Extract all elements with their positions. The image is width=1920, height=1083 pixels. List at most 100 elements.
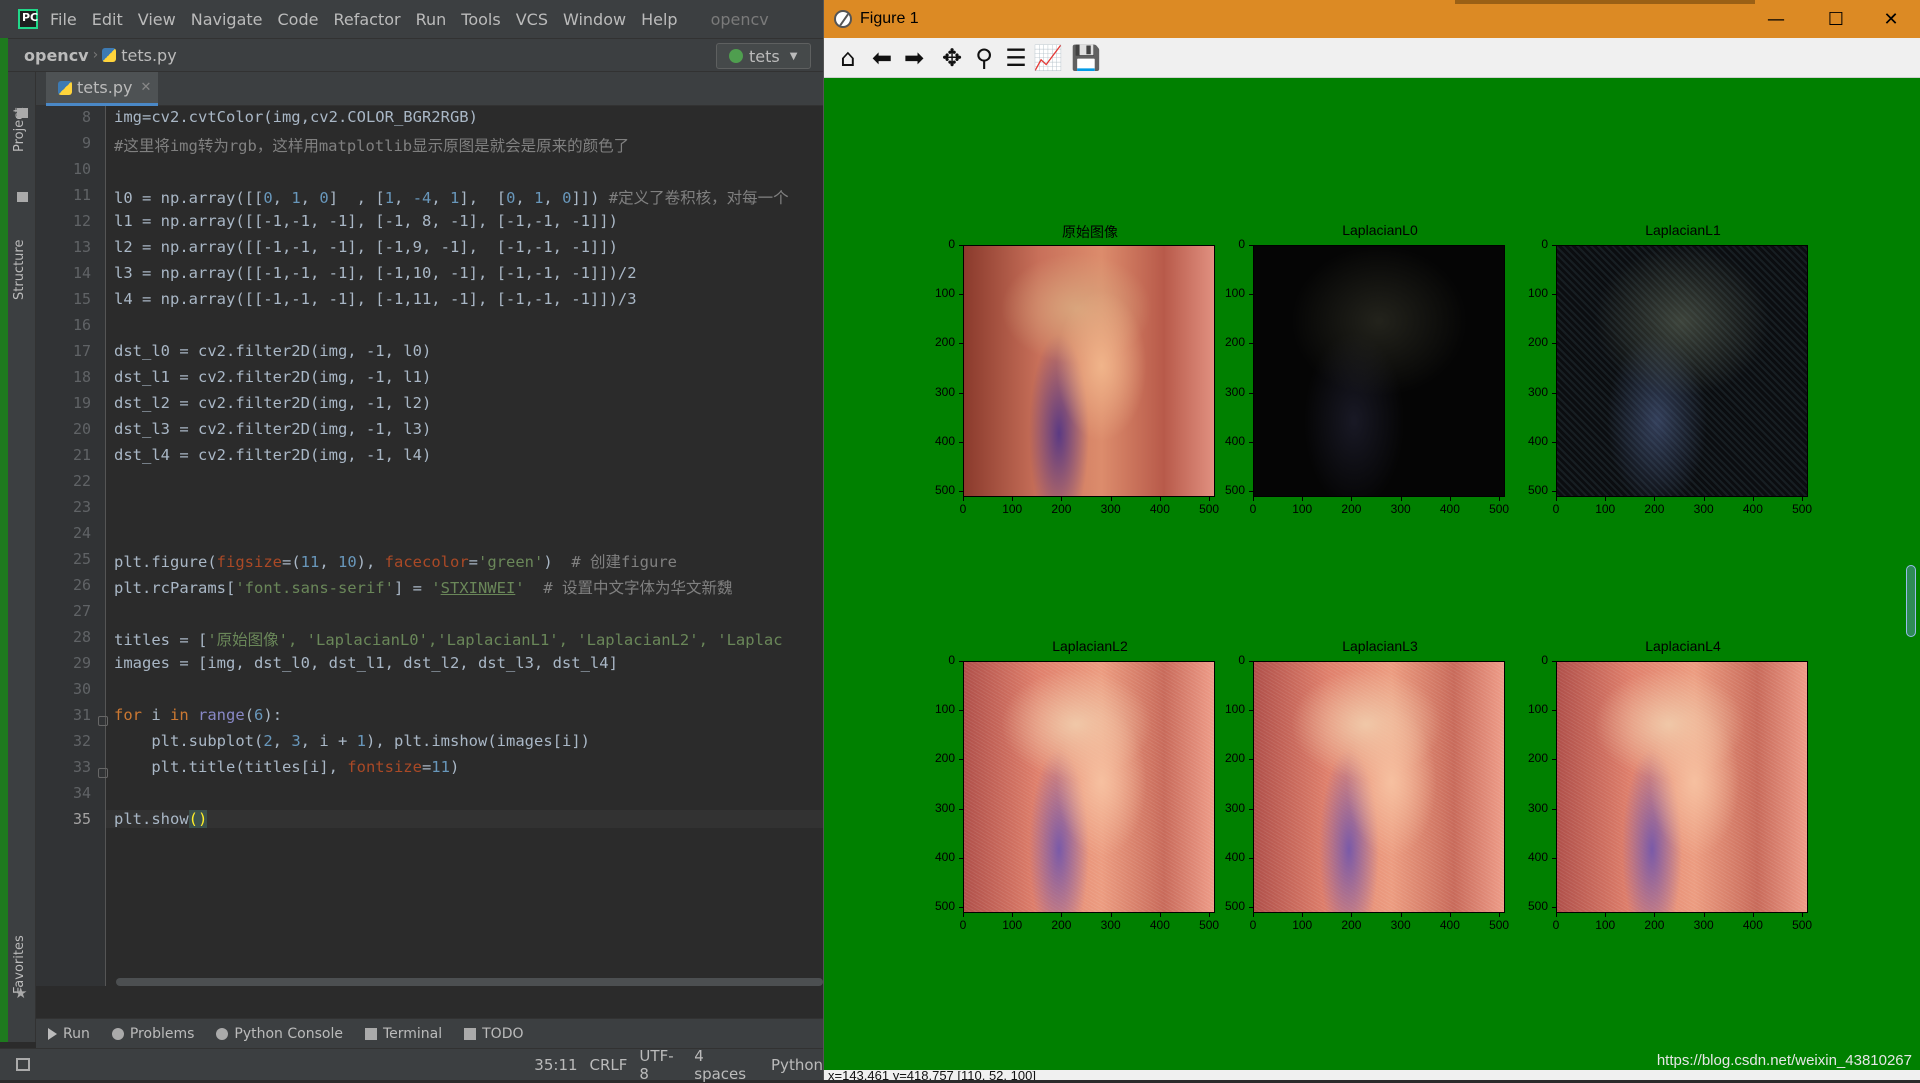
run-tool-button[interactable]: Run: [48, 1026, 90, 1042]
x-tick-mark: [1110, 913, 1112, 917]
maximize-button[interactable]: ☐: [1806, 0, 1866, 38]
subplot-image-laplacian-l1[interactable]: [1556, 245, 1808, 497]
caret-position[interactable]: 35:11: [534, 1056, 577, 1074]
breadcrumb-project[interactable]: opencv: [24, 46, 89, 65]
line-separator[interactable]: CRLF: [590, 1056, 628, 1074]
x-tick-label: 100: [1595, 502, 1616, 516]
menu-navigate[interactable]: Navigate: [191, 10, 263, 29]
subplot-title: LaplacianL2: [1052, 638, 1128, 654]
y-tick-mark: [1249, 907, 1253, 909]
tool-tab-favorites[interactable]: Favorites: [12, 904, 32, 994]
menu-tools[interactable]: Tools: [461, 10, 500, 29]
editor-tab-bar: tets.py ✕: [36, 72, 823, 106]
x-tick-mark: [1159, 497, 1161, 501]
x-tick-mark: [1556, 913, 1557, 917]
line-number: 19: [72, 394, 91, 412]
forward-arrow-icon[interactable]: ➡: [898, 42, 930, 74]
x-tick-label: 300: [1693, 502, 1714, 516]
breadcrumb-file[interactable]: tets.py: [121, 46, 176, 65]
x-tick-mark: [1605, 497, 1607, 501]
code-editor[interactable]: img=cv2.cvtColor(img,cv2.COLOR_BGR2RGB) …: [106, 106, 823, 986]
back-arrow-icon[interactable]: ⬅: [866, 42, 898, 74]
x-tick-mark: [1802, 913, 1804, 917]
menu-help[interactable]: Help: [641, 10, 677, 29]
menu-vcs[interactable]: VCS: [516, 10, 548, 29]
code-line: dst_l4 = cv2.filter2D(img, -1, l4): [114, 446, 432, 464]
problems-tool-button[interactable]: Problems: [111, 1026, 194, 1042]
minimize-button[interactable]: —: [1746, 0, 1806, 38]
x-tick-mark: [1752, 497, 1754, 501]
indent-setting[interactable]: 4 spaces: [694, 1047, 759, 1083]
menu-view[interactable]: View: [138, 10, 176, 29]
line-number: 9: [81, 134, 91, 152]
code-line: plt.title(titles[i], fontsize=11): [114, 758, 460, 776]
save-icon[interactable]: 💾: [1070, 42, 1102, 74]
y-tick-label: 500: [1527, 899, 1548, 914]
y-tick-label: 0: [948, 653, 955, 667]
figure-canvas[interactable]: 原始图像 LaplacianL0 LaplacianL1 LaplacianL2…: [824, 78, 1920, 1072]
close-icon[interactable]: ✕: [140, 80, 151, 95]
menu-refactor[interactable]: Refactor: [333, 10, 400, 29]
line-number: 20: [72, 420, 91, 438]
y-tick-label: 400: [1224, 849, 1245, 864]
y-tick-label: 100: [934, 702, 955, 717]
close-button[interactable]: ✕: [1861, 0, 1920, 38]
subplot-image-laplacian-l0[interactable]: [1253, 245, 1505, 497]
y-tick-label: 0: [1238, 237, 1245, 251]
y-tick-label: 0: [948, 237, 955, 251]
home-icon[interactable]: ⌂: [832, 42, 864, 74]
y-tick-label: 100: [1224, 286, 1245, 301]
menu-run[interactable]: Run: [416, 10, 447, 29]
x-tick-mark: [1752, 913, 1754, 917]
horizontal-scrollbar[interactable]: [116, 978, 823, 986]
terminal-tool-button[interactable]: Terminal: [364, 1026, 442, 1042]
line-number: 32: [72, 732, 91, 750]
line-number: 8: [81, 108, 91, 126]
todo-tool-button[interactable]: TODO: [464, 1026, 524, 1042]
y-tick-label: 100: [1527, 286, 1548, 301]
y-tick-label: 200: [1224, 335, 1245, 350]
x-tick-label: 0: [1552, 502, 1560, 516]
python-console-tool-button[interactable]: Python Console: [216, 1026, 343, 1042]
toggle-tool-windows-icon[interactable]: [16, 1058, 30, 1071]
pan-icon[interactable]: ✥: [936, 42, 968, 74]
line-number: 13: [72, 238, 91, 256]
x-tick-label: 300: [1693, 918, 1714, 932]
subplot-image-laplacian-l4[interactable]: [1556, 661, 1808, 913]
edit-axis-icon[interactable]: 📈: [1032, 42, 1064, 74]
y-tick-label: 300: [1224, 800, 1245, 815]
python-interpreter[interactable]: Python: [771, 1056, 823, 1074]
matplotlib-logo-icon: [834, 10, 852, 28]
x-tick-label: 200: [1051, 502, 1072, 516]
subplot-image-laplacian-l2[interactable]: [963, 661, 1215, 913]
file-encoding[interactable]: UTF-8: [639, 1047, 682, 1083]
x-tick-label: 0: [1552, 918, 1560, 932]
x-tick-mark: [1400, 913, 1402, 917]
zoom-icon[interactable]: ⚲: [968, 42, 1000, 74]
y-tick-label: 400: [1527, 849, 1548, 864]
navigation-toolbar: ⌂ ⬅ ➡ ✥ ⚲ ☰ 📈 💾: [824, 38, 1920, 78]
x-tick-label: 400: [1149, 918, 1170, 932]
code-line: l4 = np.array([[-1,-1, -1], [-1,11, -1],…: [114, 290, 637, 308]
menu-edit[interactable]: Edit: [92, 10, 123, 29]
menu-file[interactable]: File: [50, 10, 77, 29]
y-tick-mark: [959, 343, 963, 345]
x-tick-label: 0: [959, 502, 967, 516]
scroll-handle[interactable]: [1906, 565, 1916, 637]
x-tick-label: 200: [1341, 918, 1362, 932]
tool-tab-structure[interactable]: Structure: [12, 210, 32, 300]
line-number: 17: [72, 342, 91, 360]
x-tick-mark: [1061, 497, 1063, 501]
y-tick-label: 200: [934, 335, 955, 350]
x-tick-mark: [1703, 497, 1705, 501]
line-number: 33: [72, 758, 91, 776]
x-tick-label: 100: [1002, 502, 1023, 516]
x-tick-label: 400: [1742, 918, 1763, 932]
editor-tab-tets-py[interactable]: tets.py ✕: [46, 72, 158, 106]
run-configuration-dropdown[interactable]: tets ▼: [716, 43, 811, 69]
configure-subplots-icon[interactable]: ☰: [1000, 42, 1032, 74]
subplot-image-laplacian-l3[interactable]: [1253, 661, 1505, 913]
menu-code[interactable]: Code: [278, 10, 319, 29]
menu-window[interactable]: Window: [563, 10, 626, 29]
subplot-image-original[interactable]: [963, 245, 1215, 497]
